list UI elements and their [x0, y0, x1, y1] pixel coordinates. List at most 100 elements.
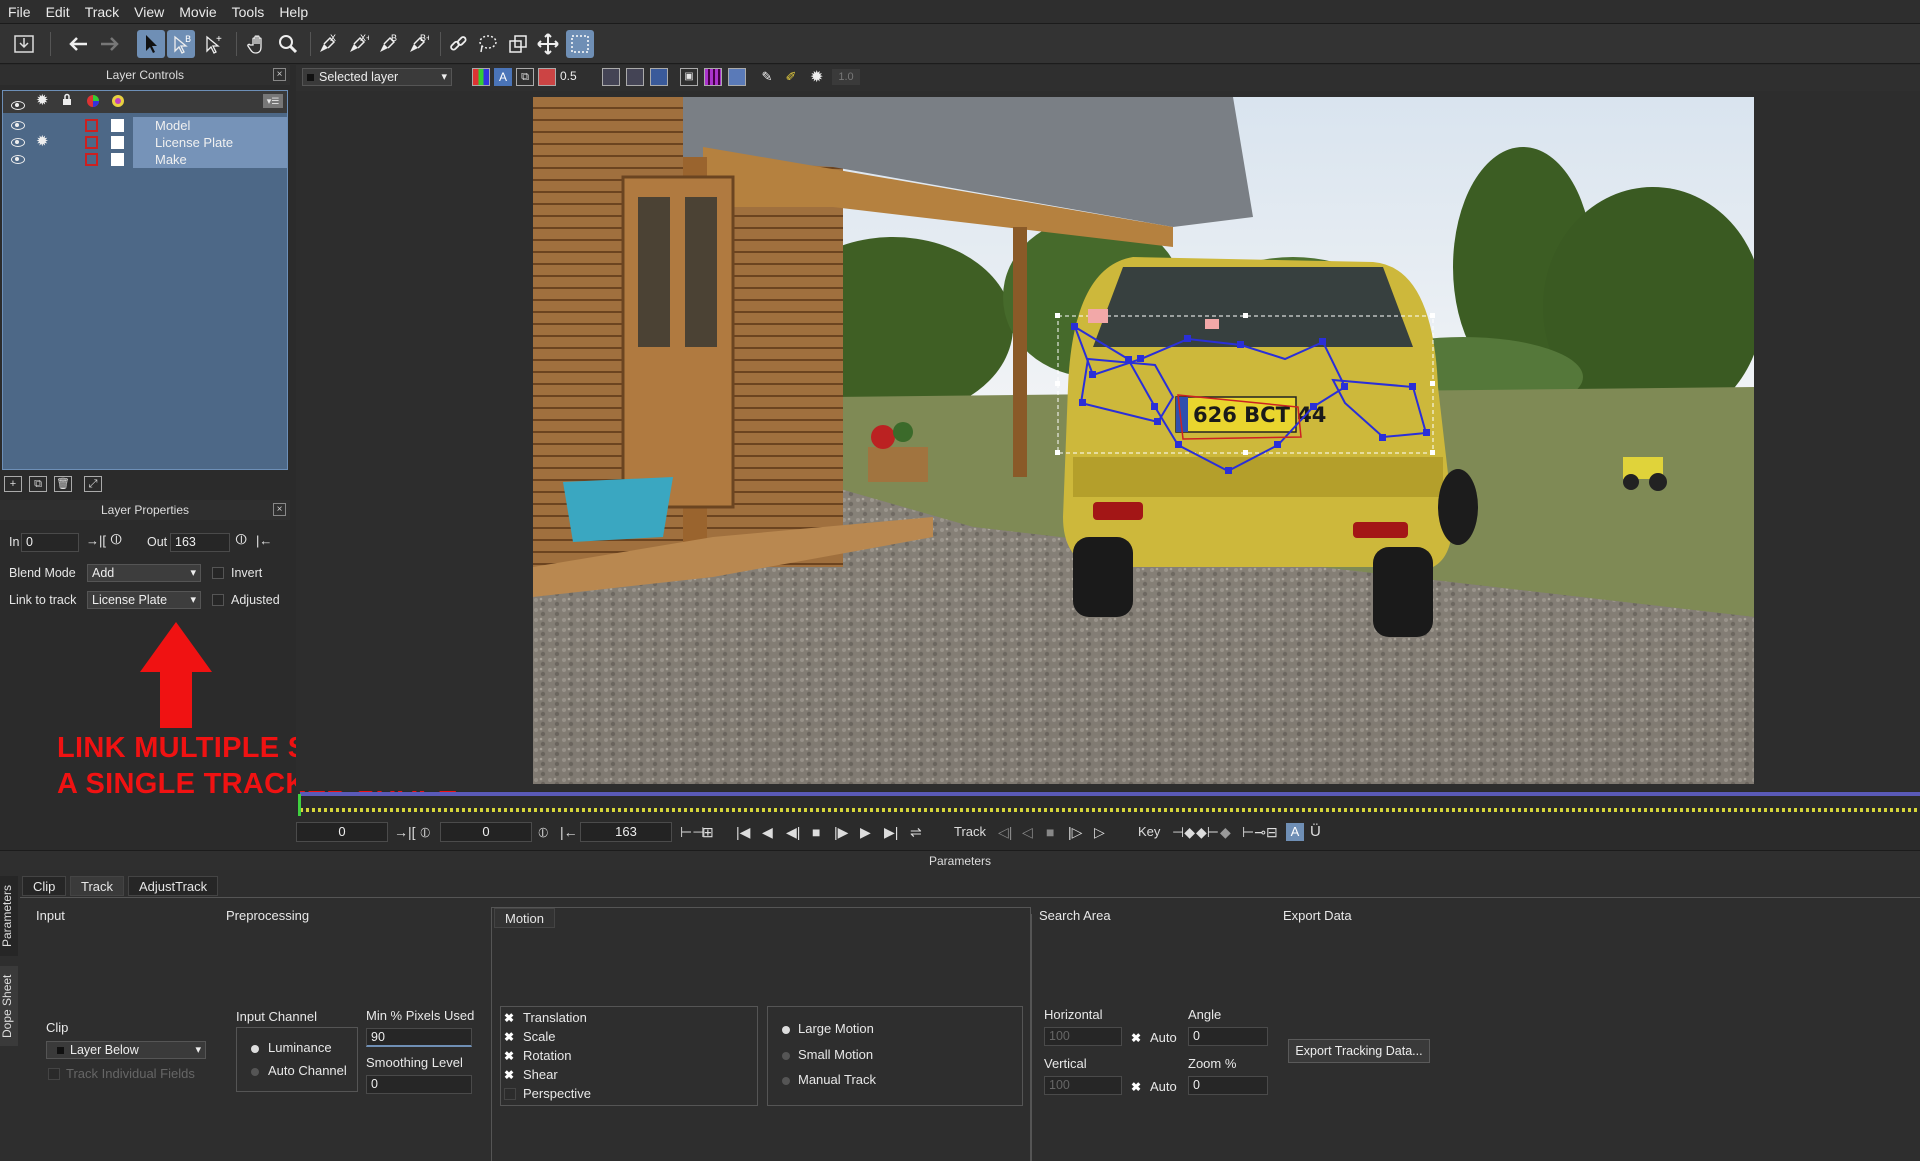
layer-select-dropdown[interactable]: Selected layer	[302, 68, 452, 86]
play-backward-icon[interactable]: ◀	[762, 824, 773, 840]
track-stop-icon[interactable]: ■	[1046, 824, 1054, 840]
invert-checkbox[interactable]	[212, 567, 224, 579]
track-backward-icon[interactable]: ◁	[1022, 824, 1033, 840]
stop-icon[interactable]: ■	[812, 824, 820, 840]
expand-icon[interactable]: ⤢	[84, 476, 102, 492]
grid-icon[interactable]	[704, 68, 722, 86]
layer-menu-icon[interactable]: ▾☰	[263, 94, 283, 108]
shear-checkbox[interactable]: ✖	[504, 1068, 514, 1082]
opacity-value[interactable]: 0.5	[560, 69, 577, 83]
current-frame-field[interactable]: 0	[440, 822, 532, 842]
tab-track[interactable]: Track	[70, 876, 125, 896]
out-keyframe-icon[interactable]: ⦶	[538, 824, 548, 840]
link-tool-icon[interactable]	[444, 30, 472, 58]
undo-icon[interactable]	[64, 30, 92, 58]
zoom-tool-icon[interactable]	[274, 30, 302, 58]
translation-checkbox[interactable]: ✖	[504, 1011, 514, 1025]
menu-track[interactable]: Track	[85, 4, 119, 20]
layer-row[interactable]: Make	[3, 151, 287, 168]
timeline[interactable]	[296, 790, 1920, 820]
overlay-icon[interactable]: ⧉	[516, 68, 534, 86]
tab-adjust-track[interactable]: AdjustTrack	[128, 876, 219, 896]
set-out-icon[interactable]: |←	[256, 533, 272, 548]
menu-view[interactable]: View	[134, 4, 164, 20]
layer-color-swatch[interactable]	[85, 136, 98, 149]
transform-tool-icon[interactable]	[504, 30, 532, 58]
safe-area-icon[interactable]: ▣	[680, 68, 698, 86]
layer-name[interactable]: Make	[133, 151, 287, 168]
xspline-add-pen-icon[interactable]: X+	[344, 30, 372, 58]
step-backward-icon[interactable]: ◀|	[786, 824, 800, 840]
rotation-checkbox[interactable]: ✖	[504, 1049, 514, 1063]
menu-help[interactable]: Help	[279, 4, 308, 20]
set-out-point-icon[interactable]: |←	[560, 824, 578, 840]
go-to-start-icon[interactable]: |◀	[736, 824, 750, 840]
link-to-track-select[interactable]: License Plate	[87, 591, 201, 609]
import-icon[interactable]	[10, 30, 38, 58]
select-tool-icon[interactable]	[137, 30, 165, 58]
reset-range-icon[interactable]: ⊞	[702, 824, 714, 840]
layer-row[interactable]: ✹ License Plate	[3, 132, 287, 151]
set-in-point-icon[interactable]: →|[	[394, 824, 416, 840]
menu-tools[interactable]: Tools	[232, 4, 265, 20]
go-to-end-icon[interactable]: ▶|	[884, 824, 898, 840]
track-forward-icon[interactable]: |▷	[1068, 824, 1082, 840]
compare-icon[interactable]	[626, 68, 644, 86]
undo-key-icon[interactable]: Ü	[1310, 824, 1321, 840]
play-forward-icon[interactable]: ▶	[860, 824, 871, 840]
layer-list[interactable]: ✹ ▾☰ Model ✹ License Plate Make	[2, 90, 288, 470]
fit-range-icon[interactable]: ⊢⊣	[680, 824, 704, 840]
close-icon[interactable]: ×	[273, 503, 286, 516]
small-motion-radio[interactable]	[782, 1052, 790, 1060]
redo-icon[interactable]	[96, 30, 124, 58]
move-tool-icon[interactable]	[534, 30, 562, 58]
close-icon[interactable]: ×	[273, 68, 286, 81]
motion-tab[interactable]: Motion	[494, 908, 556, 928]
loop-icon[interactable]: ⇌	[910, 824, 922, 840]
zoom-field[interactable]: 0	[1188, 1076, 1268, 1095]
prev-key-icon[interactable]: ⊣◆	[1172, 824, 1195, 840]
out-keyframe-icon[interactable]: ⦶	[236, 531, 247, 548]
clip-select[interactable]: Layer Below	[46, 1041, 206, 1059]
set-in-icon[interactable]: →|[	[86, 533, 106, 548]
insert-icon[interactable]: ✎	[758, 68, 776, 86]
manual-track-radio[interactable]	[782, 1077, 790, 1085]
menu-movie[interactable]: Movie	[179, 4, 216, 20]
adjusted-checkbox[interactable]	[212, 594, 224, 606]
next-key-icon[interactable]: ◆⊢	[1196, 824, 1219, 840]
bezier-pen-icon[interactable]: B	[374, 30, 402, 58]
perspective-checkbox[interactable]	[504, 1088, 516, 1100]
export-tracking-data-button[interactable]: Export Tracking Data...	[1288, 1039, 1430, 1063]
matte-icon[interactable]	[538, 68, 556, 86]
rgb-channel-icon[interactable]	[472, 68, 490, 86]
planar-surface-icon[interactable]	[728, 68, 746, 86]
layer-fill-swatch[interactable]	[111, 153, 124, 166]
playhead[interactable]	[298, 794, 301, 816]
luminance-radio[interactable]	[251, 1045, 259, 1053]
track-to-end-icon[interactable]: ▷	[1094, 824, 1105, 840]
min-pixels-field[interactable]: 90	[366, 1028, 472, 1047]
clear-keys-icon[interactable]: ⊟	[1266, 824, 1278, 840]
brush-icon[interactable]: ✐	[782, 68, 800, 86]
marquee-tool-icon[interactable]	[566, 30, 594, 58]
layer-color-swatch[interactable]	[85, 153, 98, 166]
track-fields-checkbox[interactable]	[48, 1068, 60, 1080]
horizontal-field[interactable]: 100	[1044, 1027, 1122, 1046]
layer-fill-swatch[interactable]	[111, 136, 124, 149]
select-bezier-tool-icon[interactable]: B	[167, 30, 195, 58]
vertical-auto-checkbox[interactable]: ✖	[1131, 1080, 1141, 1094]
scale-checkbox[interactable]: ✖	[504, 1030, 514, 1044]
sun-icon[interactable]: ✹	[36, 132, 49, 150]
duplicate-layer-icon[interactable]: ⧉	[29, 476, 47, 492]
auto-channel-radio[interactable]	[251, 1068, 259, 1076]
tab-clip[interactable]: Clip	[22, 876, 67, 896]
delete-key-icon[interactable]: ⊢⊸	[1242, 824, 1266, 840]
lasso-tool-icon[interactable]	[474, 30, 502, 58]
in-keyframe-icon[interactable]: ⦶	[111, 531, 122, 548]
alpha-channel-icon[interactable]: A	[494, 68, 512, 86]
large-motion-radio[interactable]	[782, 1026, 790, 1034]
layer-name[interactable]: Model	[133, 117, 287, 134]
smoothing-field[interactable]: 0	[366, 1075, 472, 1094]
angle-field[interactable]: 0	[1188, 1027, 1268, 1046]
out-frame-field[interactable]: 163	[580, 822, 672, 842]
